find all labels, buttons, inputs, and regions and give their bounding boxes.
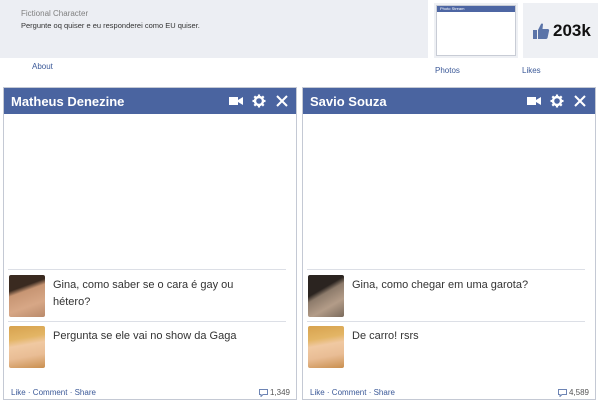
separator: · <box>324 388 332 397</box>
separator: · <box>67 388 75 397</box>
separator: · <box>25 388 33 397</box>
like-link[interactable]: Like <box>11 388 26 397</box>
about-link[interactable]: About <box>32 62 53 71</box>
separator: · <box>366 388 374 397</box>
chat-message: Gina, como saber se o cara é gay ou héte… <box>8 274 286 318</box>
share-link[interactable]: Share <box>75 388 96 397</box>
message-text: Gina, como chegar em uma garota? <box>352 279 529 291</box>
comment-counter[interactable]: 1,349 <box>258 388 290 397</box>
close-icon[interactable] <box>276 94 288 108</box>
message-text: Gina, como saber se o cara é gay ou héte… <box>53 279 234 308</box>
comment-counter[interactable]: 4,589 <box>557 388 589 397</box>
avatar <box>308 275 344 317</box>
share-link[interactable]: Share <box>374 388 395 397</box>
post-actions: Like · Comment · Share <box>11 388 96 397</box>
photos-thumbnail[interactable]: Photo Stream <box>434 3 518 58</box>
likes-link[interactable]: Likes <box>522 66 541 75</box>
photos-preview-header: Photo Stream <box>437 6 515 12</box>
comment-icon <box>557 388 567 397</box>
page-category: Fictional Character <box>21 9 89 18</box>
avatar <box>9 326 45 368</box>
chat-window-savio: Savio Souza Gina, como chegar em uma gar… <box>302 87 596 400</box>
photos-preview: Photo Stream <box>436 5 516 56</box>
avatar <box>9 275 45 317</box>
chat-message: Pergunta se ele vai no show da Gaga <box>8 325 286 369</box>
chat-header: Savio Souza <box>303 88 595 114</box>
chat-message: Gina, como chegar em uma garota? <box>307 274 585 318</box>
avatar <box>308 326 344 368</box>
page-about-text: Pergunte oq quiser e eu responderei como… <box>21 21 200 30</box>
thumbs-up-icon <box>533 23 550 39</box>
message-text: Pergunta se ele vai no show da Gaga <box>53 330 237 342</box>
message-divider <box>8 321 286 322</box>
gear-icon[interactable] <box>550 94 564 108</box>
chat-title[interactable]: Matheus Denezine <box>11 94 124 109</box>
comment-count: 4,589 <box>568 388 589 397</box>
photos-link[interactable]: Photos <box>435 66 460 75</box>
chat-message: De carro! rsrs <box>307 325 585 369</box>
gear-icon[interactable] <box>252 94 266 108</box>
chat-window-matheus: Matheus Denezine Gina, como saber se o c… <box>3 87 297 400</box>
message-divider <box>307 321 585 322</box>
chat-header: Matheus Denezine <box>4 88 296 114</box>
chat-title[interactable]: Savio Souza <box>310 94 387 109</box>
message-text: De carro! rsrs <box>352 330 419 342</box>
message-divider <box>307 269 585 270</box>
comment-link[interactable]: Comment <box>33 388 68 397</box>
comment-count: 1,349 <box>269 388 290 397</box>
video-icon[interactable] <box>228 94 244 108</box>
comment-link[interactable]: Comment <box>332 388 367 397</box>
likes-count: 203k <box>553 21 591 40</box>
post-actions: Like · Comment · Share <box>310 388 395 397</box>
likes-box[interactable]: 203k <box>523 3 598 58</box>
close-icon[interactable] <box>574 94 586 108</box>
page-info-box: Fictional Character Pergunte oq quiser e… <box>0 0 428 58</box>
message-divider <box>8 269 286 270</box>
comment-icon <box>258 388 268 397</box>
video-icon[interactable] <box>526 94 542 108</box>
like-link[interactable]: Like <box>310 388 325 397</box>
